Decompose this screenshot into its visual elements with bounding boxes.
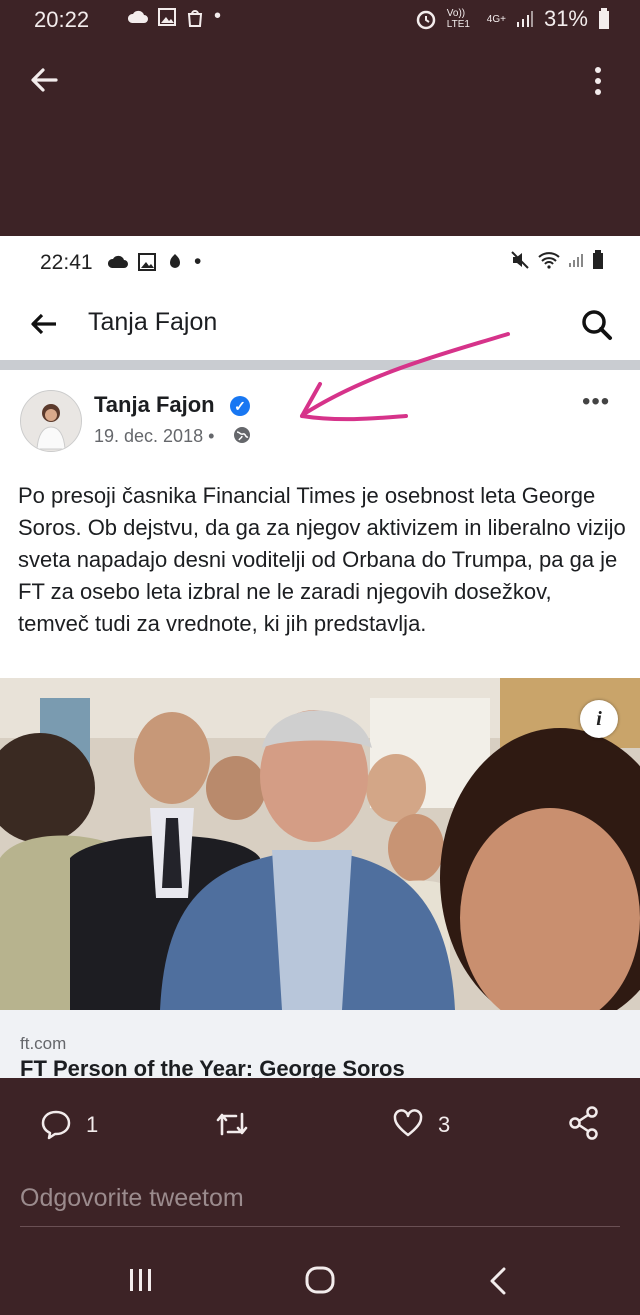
image-icon bbox=[158, 7, 176, 26]
post-date[interactable]: 19. dec. 2018 • bbox=[94, 426, 214, 447]
mute-icon bbox=[511, 251, 529, 269]
more-options-icon[interactable] bbox=[590, 66, 606, 96]
notification-icon bbox=[170, 254, 180, 268]
alarm-icon bbox=[416, 10, 436, 30]
volte-label: Vo)) LTE1 bbox=[446, 8, 470, 30]
home-icon[interactable] bbox=[304, 1265, 336, 1295]
verified-badge-icon: ✓ bbox=[230, 396, 250, 416]
share-icon[interactable] bbox=[568, 1106, 600, 1140]
inner-status-time: 22:41 bbox=[40, 251, 93, 274]
post-photo[interactable] bbox=[0, 678, 640, 1010]
cloud-icon bbox=[108, 255, 128, 268]
tweet-actions: 1 3 bbox=[0, 1090, 640, 1160]
status-bar: 20:22 • Vo)) LTE1 4G+ 31% bbox=[0, 0, 640, 40]
image-icon bbox=[138, 253, 156, 271]
person-portrait-icon bbox=[21, 391, 81, 451]
like-count: 3 bbox=[438, 1112, 451, 1137]
reply-count: 1 bbox=[86, 1112, 99, 1137]
like-icon[interactable] bbox=[392, 1108, 424, 1138]
link-title[interactable]: FT Person of the Year: George Soros bbox=[20, 1056, 405, 1078]
reply-icon[interactable] bbox=[40, 1108, 72, 1140]
inner-status-bar: 22:41 • bbox=[0, 236, 640, 292]
back-icon[interactable] bbox=[488, 1267, 508, 1295]
info-icon[interactable]: i bbox=[580, 700, 618, 738]
globe-icon bbox=[234, 427, 250, 443]
app-toolbar bbox=[0, 40, 640, 130]
bag-icon bbox=[187, 9, 203, 27]
signal-icon bbox=[569, 254, 583, 267]
page-title: Tanja Fajon bbox=[88, 308, 218, 336]
back-arrow-icon[interactable] bbox=[28, 64, 60, 96]
photo-image bbox=[0, 678, 640, 1010]
post-author[interactable]: Tanja Fajon bbox=[94, 392, 215, 418]
dot-icon: • bbox=[214, 5, 222, 27]
post-text: Po presoji časnika Financial Times je os… bbox=[18, 483, 626, 636]
recent-apps-icon[interactable] bbox=[128, 1267, 154, 1293]
retweet-icon[interactable] bbox=[214, 1108, 250, 1140]
dot-icon: • bbox=[194, 250, 202, 273]
network-type: 4G+ bbox=[486, 13, 506, 25]
status-time: 20:22 bbox=[34, 7, 90, 32]
search-icon[interactable] bbox=[580, 308, 614, 342]
embedded-screenshot[interactable]: 22:41 • Tanja Fajon Tanja Fajon ✓ 19. de… bbox=[0, 236, 640, 1078]
reply-input[interactable]: Odgovorite tweetom bbox=[20, 1184, 244, 1213]
annotation-arrow bbox=[300, 332, 510, 422]
link-domain: ft.com bbox=[20, 1034, 67, 1053]
system-nav-bar bbox=[0, 1245, 640, 1315]
battery-icon bbox=[599, 8, 609, 29]
signal-icon bbox=[516, 11, 533, 27]
reply-input-underline bbox=[20, 1226, 620, 1227]
battery-percent: 31% bbox=[543, 6, 588, 31]
avatar[interactable] bbox=[20, 390, 82, 452]
cloud-icon bbox=[128, 10, 148, 23]
wifi-icon bbox=[538, 252, 560, 269]
more-options-icon[interactable]: ••• bbox=[582, 388, 610, 416]
back-arrow-icon[interactable] bbox=[30, 312, 58, 336]
battery-icon bbox=[593, 250, 603, 269]
